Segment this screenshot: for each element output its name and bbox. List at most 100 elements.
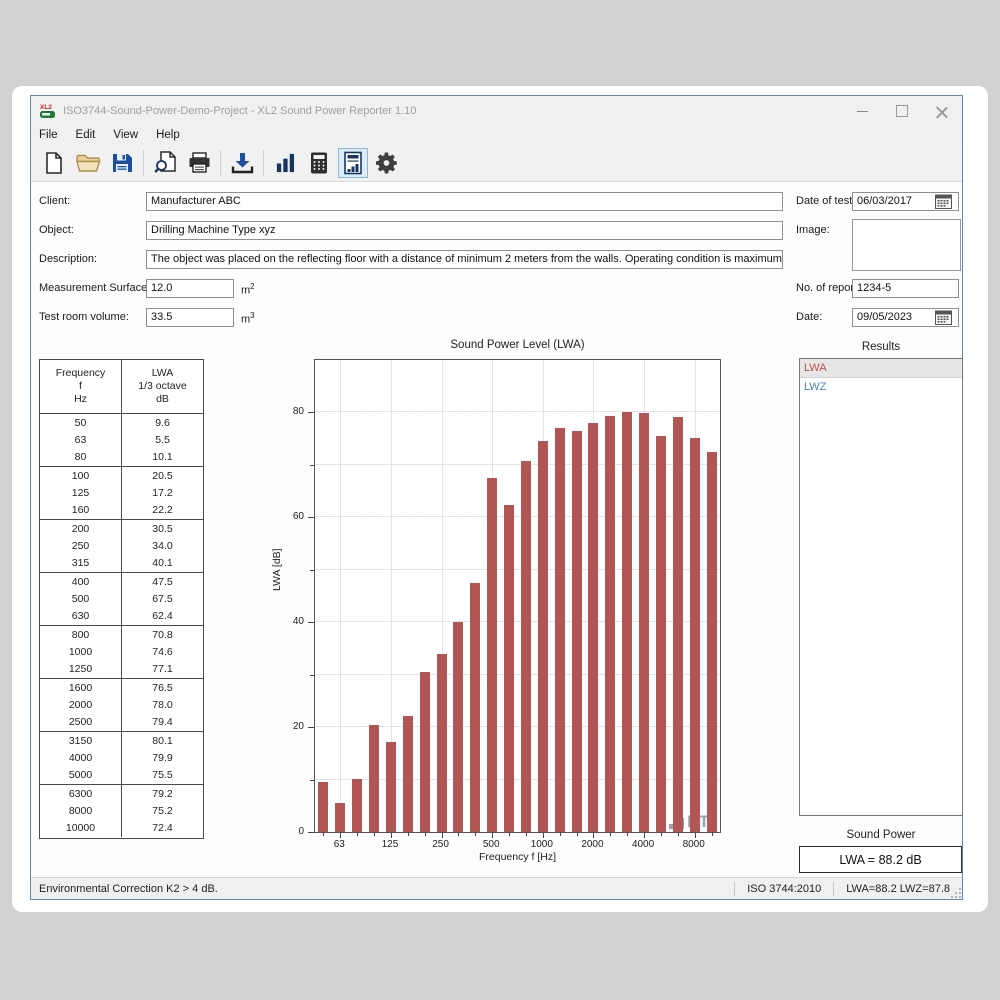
- y-axis-tick: [308, 727, 314, 728]
- table-row: 80070.8: [40, 625, 203, 643]
- toolbar-separator: [220, 150, 221, 176]
- menu-edit[interactable]: Edit: [76, 129, 96, 141]
- toolbar-separator: [143, 150, 144, 176]
- chart-bar-2000hz: [588, 423, 598, 832]
- x-axis-tick: [425, 833, 426, 836]
- sound-power-title: Sound Power: [799, 829, 963, 841]
- print-preview-icon: [153, 150, 178, 175]
- table-cell: 20.5: [122, 467, 203, 484]
- calculator-icon: [308, 151, 330, 175]
- minimize-button[interactable]: [842, 96, 882, 126]
- menu-file[interactable]: File: [39, 129, 58, 141]
- object-label: Object:: [39, 224, 74, 236]
- settings-button[interactable]: [372, 148, 402, 178]
- toolbar-separator: [263, 150, 264, 176]
- save-button[interactable]: [107, 148, 137, 178]
- table-row: 315080.1: [40, 731, 203, 749]
- x-axis-label: 250: [421, 839, 461, 850]
- resize-grip[interactable]: [951, 888, 961, 898]
- test-room-volume-label: Test room volume:: [39, 311, 129, 323]
- report-no-input[interactable]: 1234-5: [852, 279, 959, 298]
- table-row: 509.6: [40, 414, 203, 431]
- table-cell: 80: [40, 449, 122, 466]
- menu-view[interactable]: View: [113, 129, 138, 141]
- date-calendar-button[interactable]: [933, 309, 953, 326]
- export-icon: [230, 151, 255, 175]
- table-cell: 1250: [40, 661, 122, 678]
- result-item-lwa[interactable]: LWA: [800, 359, 962, 378]
- x-axis-tick: [644, 833, 645, 838]
- x-axis-tick: [442, 833, 443, 838]
- table-cell: 3150: [40, 732, 122, 749]
- y-axis-tick: [308, 622, 314, 623]
- title-bar[interactable]: XL2 ISO3744-Sound-Power-Demo-Project - X…: [31, 96, 962, 126]
- calculator-button[interactable]: [304, 148, 334, 178]
- x-axis-tick: [408, 833, 409, 836]
- chart-bar-1250hz: [555, 428, 565, 832]
- volume-unit: m3: [241, 311, 255, 326]
- maximize-button[interactable]: [882, 96, 922, 126]
- x-axis-label: 1000: [522, 839, 562, 850]
- date-label: Date:: [796, 311, 822, 323]
- x-axis-tick: [712, 833, 713, 836]
- table-cell: 17.2: [122, 484, 203, 501]
- table-cell: 40.1: [122, 555, 203, 572]
- description-label: Description:: [39, 253, 97, 265]
- measurement-surface-input[interactable]: 12.0: [146, 279, 234, 298]
- date-of-test-calendar-button[interactable]: [933, 193, 953, 210]
- menu-bar: File Edit View Help: [31, 126, 962, 144]
- table-cell: 74.6: [122, 643, 203, 660]
- image-box[interactable]: [852, 219, 961, 271]
- x-axis-tick: [458, 833, 459, 836]
- x-axis-tick: [627, 833, 628, 836]
- x-axis-tick: [357, 833, 358, 836]
- status-bar: Environmental Correction K2 > 4 dB. ISO …: [31, 877, 962, 899]
- chart-bars-button[interactable]: [270, 148, 300, 178]
- y-axis-tick: [308, 832, 314, 833]
- frequency-table-body: 509.6635.58010.110020.512517.216022.2200…: [40, 414, 203, 837]
- open-project-button[interactable]: [73, 148, 103, 178]
- date-of-test-label: Date of test:: [796, 195, 855, 207]
- table-cell: 6300: [40, 785, 122, 802]
- new-document-button[interactable]: [39, 148, 69, 178]
- table-cell: 70.8: [122, 626, 203, 643]
- table-cell: 79.2: [122, 785, 203, 802]
- frequency-table-header: FrequencyfHz LWA1/3 octavedB: [40, 360, 203, 414]
- chart-bar-1600hz: [572, 431, 582, 832]
- chart-y-axis-title: LWA [dB]: [271, 548, 283, 591]
- export-button[interactable]: [227, 148, 257, 178]
- minimize-icon: [857, 111, 868, 112]
- status-message: Environmental Correction K2 > 4 dB.: [31, 883, 734, 895]
- table-row: 8010.1: [40, 449, 203, 466]
- sound-power-chart: NTı: [314, 359, 721, 833]
- v-gridline: [340, 360, 341, 832]
- table-cell: 500: [40, 590, 122, 607]
- table-cell: 76.5: [122, 679, 203, 696]
- table-cell: 80.1: [122, 732, 203, 749]
- report-view-button[interactable]: [338, 148, 368, 178]
- result-item-lwz[interactable]: LWZ: [800, 378, 962, 396]
- results-title: Results: [799, 341, 963, 353]
- table-row: 50067.5: [40, 590, 203, 607]
- close-button[interactable]: [922, 96, 962, 126]
- description-input[interactable]: The object was placed on the reflecting …: [146, 250, 783, 269]
- print-preview-button[interactable]: [150, 148, 180, 178]
- frequency-header-col: FrequencyfHz: [40, 360, 122, 413]
- report-view-icon: [342, 151, 364, 175]
- object-input[interactable]: Drilling Machine Type xyz: [146, 221, 783, 240]
- print-button[interactable]: [184, 148, 214, 178]
- chart-bar-5000hz: [656, 436, 666, 832]
- client-input[interactable]: Manufacturer ABC: [146, 192, 783, 211]
- status-standard: ISO 3744:2010: [735, 883, 833, 895]
- table-cell: 10000: [40, 820, 122, 837]
- table-cell: 9.6: [122, 414, 203, 431]
- table-cell: 125: [40, 484, 122, 501]
- table-cell: 62.4: [122, 608, 203, 625]
- chart-bar-10000hz: [707, 452, 717, 832]
- menu-help[interactable]: Help: [156, 129, 180, 141]
- app-icon: XL2: [39, 102, 57, 120]
- image-label: Image:: [796, 224, 830, 236]
- test-room-volume-input[interactable]: 33.5: [146, 308, 234, 327]
- table-row: 10020.5: [40, 466, 203, 484]
- status-levels: LWA=88.2 LWZ=87.8: [834, 883, 962, 895]
